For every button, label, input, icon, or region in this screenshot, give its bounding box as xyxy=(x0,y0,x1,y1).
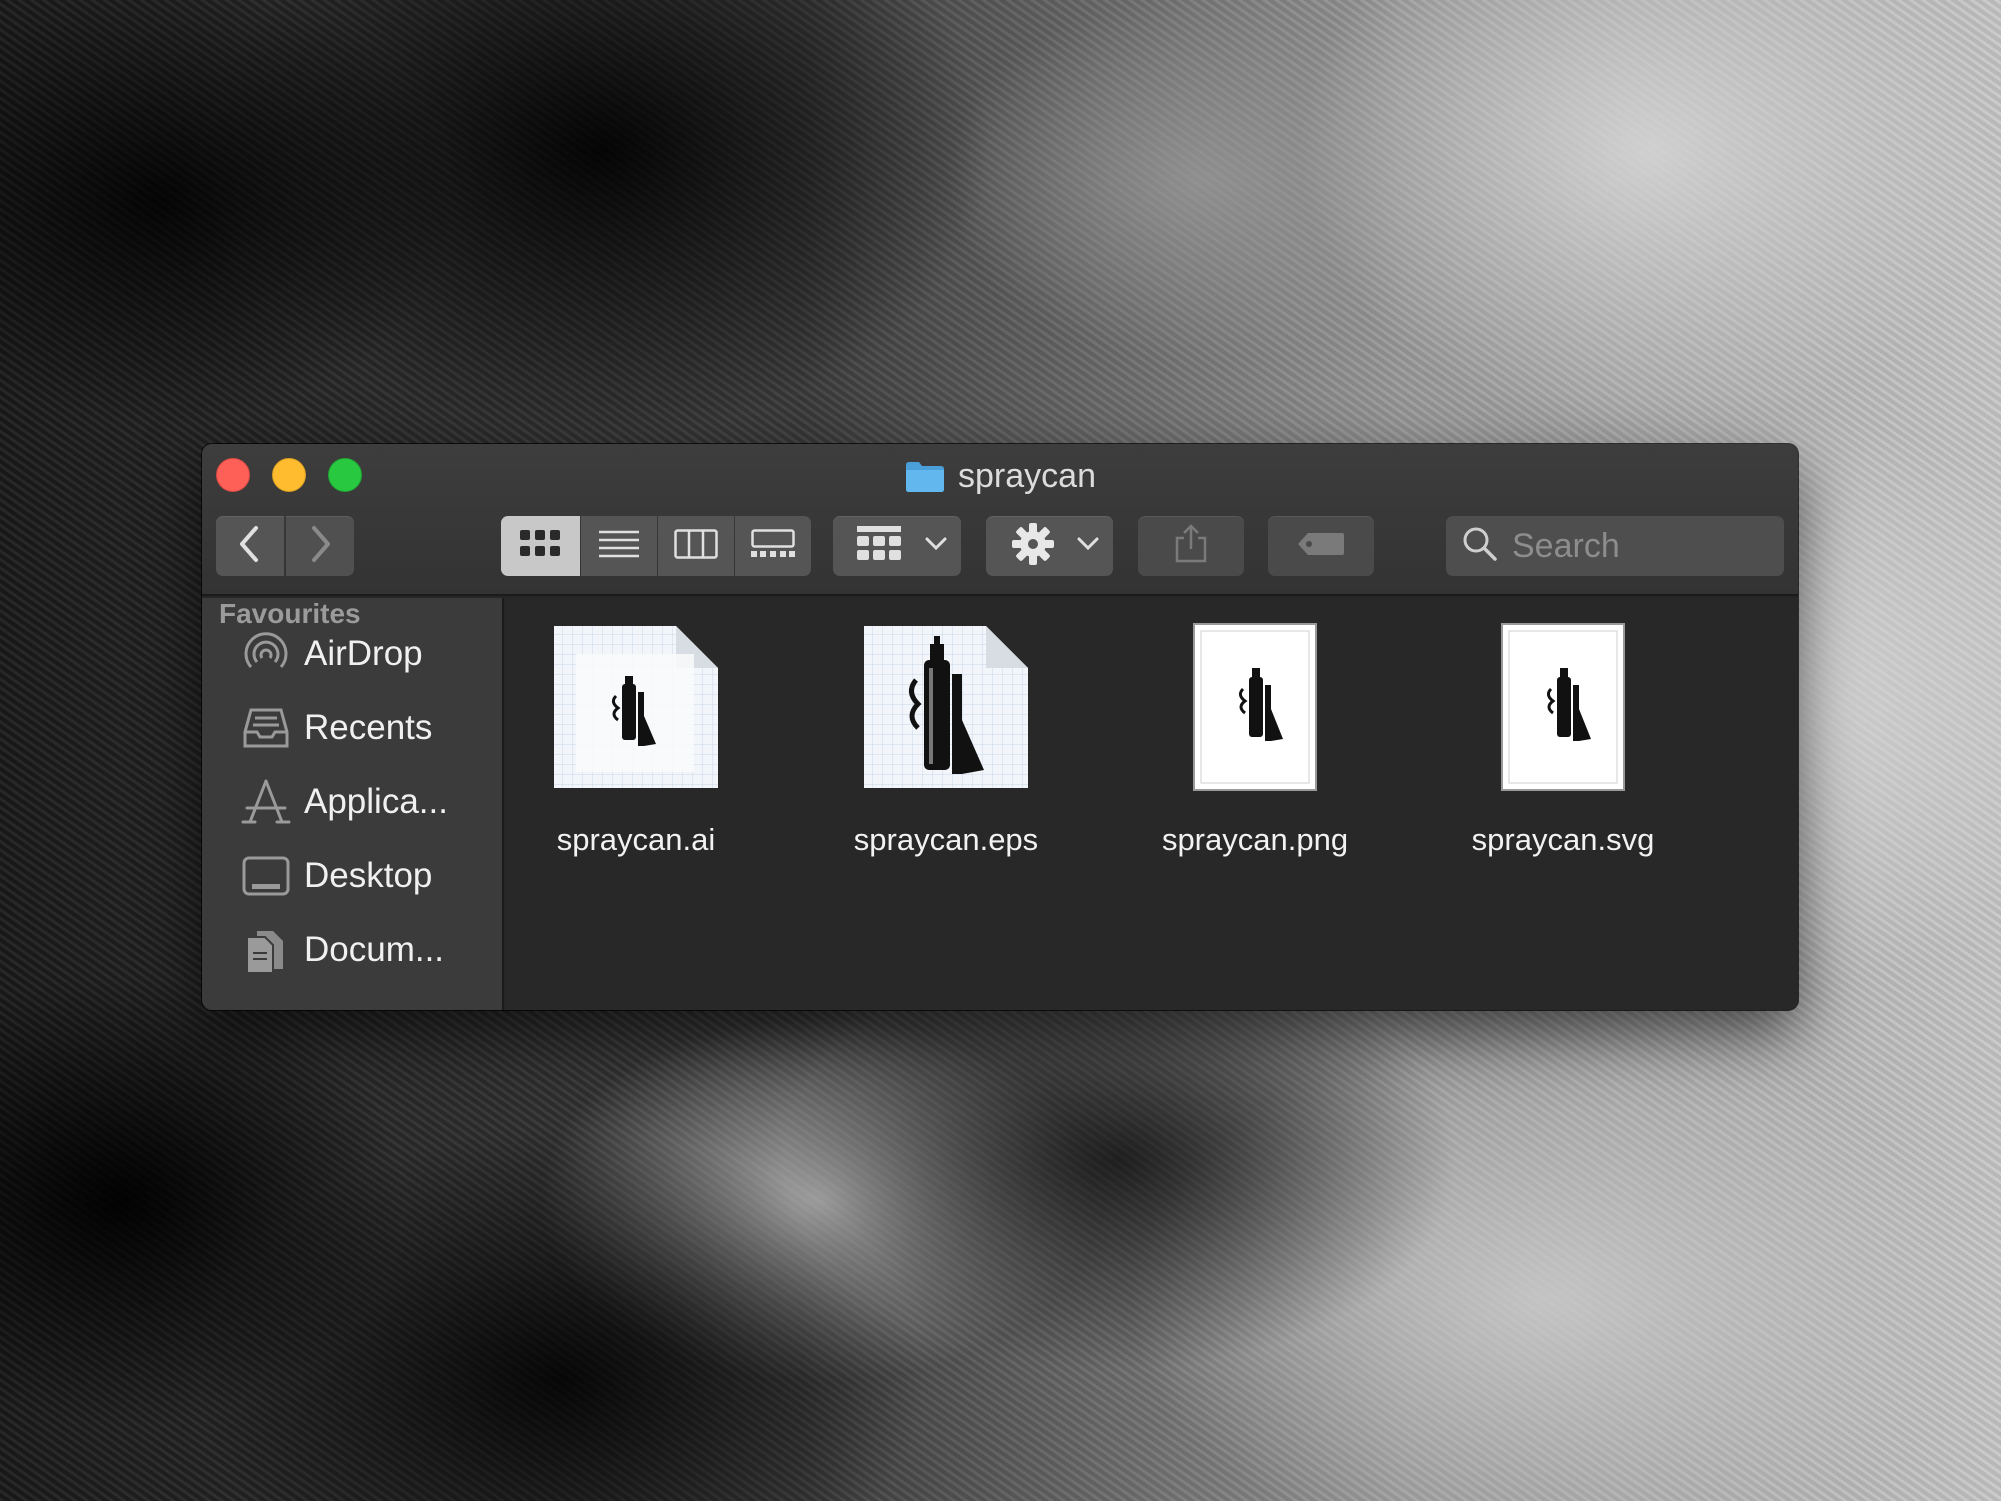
sidebar-item-label: Desktop xyxy=(304,856,433,895)
forward-button[interactable] xyxy=(286,516,354,576)
file-thumbnail xyxy=(1478,622,1648,792)
columns-icon xyxy=(674,528,718,564)
sidebar-item-applications[interactable]: Applica... xyxy=(240,772,490,832)
tag-icon xyxy=(1296,531,1346,562)
sidebar-item-label: Applica... xyxy=(304,782,448,821)
file-thumbnail xyxy=(1170,622,1340,792)
search-field[interactable] xyxy=(1446,516,1784,576)
group-by-button[interactable] xyxy=(833,516,961,576)
file-item[interactable]: spraycan.svg xyxy=(1433,622,1693,858)
tag-button[interactable] xyxy=(1268,516,1374,576)
sidebar-item-airdrop[interactable]: AirDrop xyxy=(240,624,490,684)
file-thumbnail xyxy=(861,622,1031,792)
recents-icon xyxy=(240,702,292,754)
sidebar: Favourites AirDrop Recents Applica... De… xyxy=(202,598,504,1010)
list-view-button[interactable] xyxy=(580,516,657,576)
chevron-down-icon xyxy=(925,537,947,556)
sidebar-item-recents[interactable]: Recents xyxy=(240,698,490,758)
file-thumbnail xyxy=(551,622,721,792)
finder-window: spraycan Search Favourites AirDrop Recen… xyxy=(202,444,1798,1010)
sidebar-item-label: AirDrop xyxy=(304,634,423,673)
airdrop-icon xyxy=(240,628,292,680)
documents-icon xyxy=(240,924,292,976)
gallery-view-button[interactable] xyxy=(735,516,812,576)
applications-icon xyxy=(240,776,292,828)
file-item[interactable]: spraycan.png xyxy=(1125,622,1385,858)
back-button[interactable] xyxy=(216,516,284,576)
file-item[interactable]: spraycan.ai xyxy=(506,622,766,858)
chevron-down-icon xyxy=(1077,537,1099,556)
gallery-icon xyxy=(751,528,795,564)
file-name: spraycan.ai xyxy=(556,822,716,857)
column-view-button[interactable] xyxy=(657,516,734,576)
chevron-right-icon xyxy=(307,525,333,568)
action-button[interactable] xyxy=(986,516,1113,576)
search-input[interactable] xyxy=(1512,526,1772,566)
gear-icon xyxy=(1012,522,1054,570)
chevron-left-icon xyxy=(237,525,263,568)
file-name: spraycan.eps xyxy=(853,822,1039,857)
folder-icon xyxy=(904,459,946,504)
search-icon xyxy=(1462,526,1498,567)
window-toolbar: spraycan xyxy=(202,444,1798,596)
list-icon xyxy=(598,529,639,564)
icon-view-button[interactable] xyxy=(501,516,580,576)
group-by-icon xyxy=(857,525,901,567)
sidebar-item-documents[interactable]: Docum... xyxy=(240,920,490,980)
sidebar-item-label: Docum... xyxy=(304,930,445,969)
share-icon xyxy=(1174,523,1208,569)
file-item[interactable]: spraycan.eps xyxy=(816,622,1076,858)
share-button[interactable] xyxy=(1138,516,1244,576)
window-title: spraycan xyxy=(202,454,1798,504)
view-mode-control xyxy=(501,516,812,576)
sidebar-item-desktop[interactable]: Desktop xyxy=(240,846,490,906)
file-name: spraycan.svg xyxy=(1471,822,1655,857)
desktop-icon xyxy=(240,850,292,902)
file-browser: spraycan.ai spraycan.eps spraycan.png sp… xyxy=(506,598,1798,1010)
file-name: spraycan.png xyxy=(1161,822,1349,857)
icon-grid-icon xyxy=(520,529,561,563)
window-title-text: spraycan xyxy=(958,457,1096,495)
sidebar-item-label: Recents xyxy=(304,708,433,747)
